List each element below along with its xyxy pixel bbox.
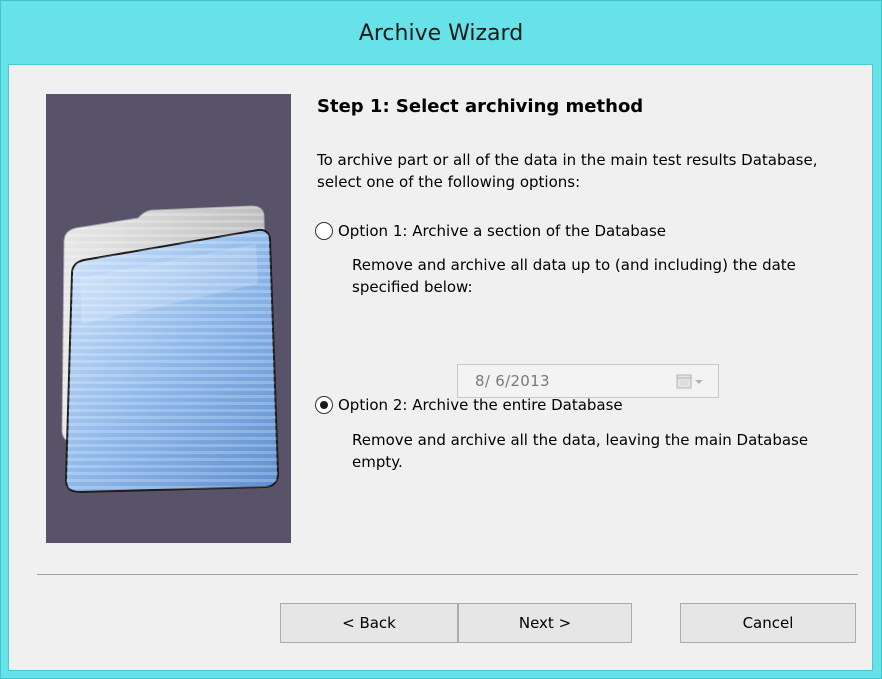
archive-date-picker[interactable]: 8/ 6/2013 — [457, 364, 719, 398]
step-intro-text: To archive part or all of the data in th… — [317, 151, 818, 191]
option-1-radio[interactable]: Option 1: Archive a section of the Datab… — [315, 222, 666, 240]
option-2-label[interactable]: Option 2: Archive the entire Database — [338, 396, 623, 414]
option-1-description: Remove and archive all data up to (and i… — [352, 256, 796, 296]
option-2-radio[interactable]: Option 2: Archive the entire Database — [315, 396, 623, 414]
option-2-description: Remove and archive all the data, leaving… — [352, 431, 809, 471]
calendar-dropdown-icon[interactable] — [676, 374, 704, 390]
next-button[interactable]: Next > — [458, 603, 632, 643]
wizard-client-area: Step 1: Select archiving method To archi… — [8, 64, 873, 671]
step-title: Step 1: Select archiving method — [317, 96, 644, 117]
cancel-button[interactable]: Cancel — [680, 603, 856, 643]
option-1-radio-circle[interactable] — [315, 222, 333, 240]
archive-wizard-window: Archive Wizard Step 1: Select archiving … — [0, 0, 882, 679]
option-2-radio-circle[interactable] — [315, 396, 333, 414]
folder-icon — [61, 205, 280, 494]
footer-separator — [37, 574, 858, 575]
option-1-label[interactable]: Option 1: Archive a section of the Datab… — [338, 222, 666, 240]
back-button[interactable]: < Back — [280, 603, 458, 643]
wizard-side-image — [46, 94, 291, 543]
archive-date-value: 8/ 6/2013 — [475, 372, 550, 390]
